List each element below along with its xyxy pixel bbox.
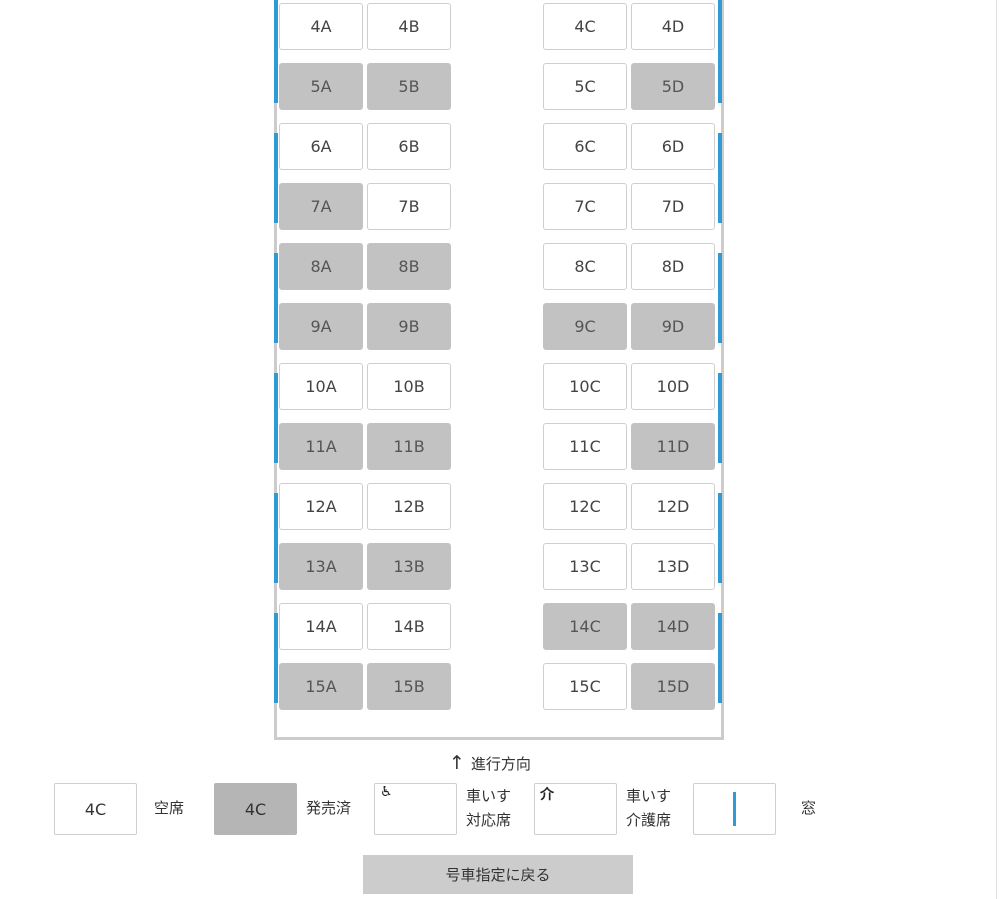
window-marker-right-2 <box>718 133 722 223</box>
caregiver-icon: 介 <box>540 787 554 803</box>
window-marker-right-1 <box>718 13 722 103</box>
legend-caregiver-label: 車いす 介護席 <box>626 784 671 832</box>
seat-12D[interactable]: 12D <box>631 483 715 530</box>
window-marker-left-5 <box>274 493 278 583</box>
window-marker-right-3 <box>718 253 722 343</box>
seat-14B[interactable]: 14B <box>367 603 451 650</box>
seat-12C[interactable]: 12C <box>543 483 627 530</box>
travel-direction: ↑ 進行方向 <box>449 752 531 774</box>
seat-9B: 9B <box>367 303 451 350</box>
legend-window-label: 窓 <box>801 799 817 817</box>
wheelchair-icon: ♿ <box>380 784 393 800</box>
seat-6D[interactable]: 6D <box>631 123 715 170</box>
seat-10A[interactable]: 10A <box>279 363 363 410</box>
seat-9A: 9A <box>279 303 363 350</box>
legend-available-seat: 4C <box>54 783 137 835</box>
legend-wheelchair-label-line2: 対応席 <box>466 811 512 829</box>
seat-15C[interactable]: 15C <box>543 663 627 710</box>
window-marker-right-5 <box>718 493 722 583</box>
seat-6B[interactable]: 6B <box>367 123 451 170</box>
legend-wheelchair-seat: ♿ <box>374 783 457 835</box>
seat-7A: 7A <box>279 183 363 230</box>
seat-5C[interactable]: 5C <box>543 63 627 110</box>
seat-11C[interactable]: 11C <box>543 423 627 470</box>
window-marker-right-4 <box>718 373 722 463</box>
seat-7D[interactable]: 7D <box>631 183 715 230</box>
legend-caregiver-seat: 介 <box>534 783 617 835</box>
legend-wheelchair-label: 車いす 対応席 <box>466 784 511 832</box>
seat-4C[interactable]: 4C <box>543 3 627 50</box>
seat-15D: 15D <box>631 663 715 710</box>
seat-4D[interactable]: 4D <box>631 3 715 50</box>
seat-8D[interactable]: 8D <box>631 243 715 290</box>
seat-7C[interactable]: 7C <box>543 183 627 230</box>
seat-10D[interactable]: 10D <box>631 363 715 410</box>
legend-wheelchair-label-line1: 車いす <box>466 787 512 805</box>
seat-14C: 14C <box>543 603 627 650</box>
seat-6A[interactable]: 6A <box>279 123 363 170</box>
seat-9D: 9D <box>631 303 715 350</box>
seat-9C: 9C <box>543 303 627 350</box>
seat-4B[interactable]: 4B <box>367 3 451 50</box>
seat-10C[interactable]: 10C <box>543 363 627 410</box>
seat-5A: 5A <box>279 63 363 110</box>
seat-4A[interactable]: 4A <box>279 3 363 50</box>
up-arrow-icon: ↑ <box>449 752 465 774</box>
seat-15A: 15A <box>279 663 363 710</box>
seat-10B[interactable]: 10B <box>367 363 451 410</box>
legend-caregiver-label-line2: 介護席 <box>626 811 672 829</box>
window-marker-icon <box>733 792 736 826</box>
legend-window <box>693 783 776 835</box>
seat-5B: 5B <box>367 63 451 110</box>
direction-label: 進行方向 <box>470 754 531 773</box>
seat-12B[interactable]: 12B <box>367 483 451 530</box>
window-marker-left-top <box>274 0 278 13</box>
seat-13C[interactable]: 13C <box>543 543 627 590</box>
back-to-car-selection-button[interactable]: 号車指定に戻る <box>363 855 633 894</box>
window-marker-right-top <box>718 0 722 13</box>
seat-13B: 13B <box>367 543 451 590</box>
legend-sold-seat: 4C <box>214 783 297 835</box>
seat-8B: 8B <box>367 243 451 290</box>
legend-available-label: 空席 <box>154 799 185 817</box>
legend-sold-label: 発売済 <box>306 799 352 817</box>
window-marker-left-4 <box>274 373 278 463</box>
seat-8C[interactable]: 8C <box>543 243 627 290</box>
window-marker-left-6 <box>274 613 278 703</box>
seat-6C[interactable]: 6C <box>543 123 627 170</box>
seat-15B: 15B <box>367 663 451 710</box>
window-marker-right-6 <box>718 613 722 703</box>
window-marker-left-1 <box>274 13 278 103</box>
seat-14A[interactable]: 14A <box>279 603 363 650</box>
seat-11D: 11D <box>631 423 715 470</box>
legend-caregiver-label-line1: 車いす <box>626 787 672 805</box>
seat-13A: 13A <box>279 543 363 590</box>
seat-11A: 11A <box>279 423 363 470</box>
seat-12A[interactable]: 12A <box>279 483 363 530</box>
window-marker-left-3 <box>274 253 278 343</box>
seat-11B: 11B <box>367 423 451 470</box>
seat-14D: 14D <box>631 603 715 650</box>
page-divider <box>996 0 997 899</box>
seat-8A: 8A <box>279 243 363 290</box>
legend-available-seat-label: 4C <box>84 799 107 819</box>
seat-7B[interactable]: 7B <box>367 183 451 230</box>
seat-5D: 5D <box>631 63 715 110</box>
window-marker-left-2 <box>274 133 278 223</box>
legend-sold-seat-label: 4C <box>244 799 267 819</box>
seat-13D[interactable]: 13D <box>631 543 715 590</box>
